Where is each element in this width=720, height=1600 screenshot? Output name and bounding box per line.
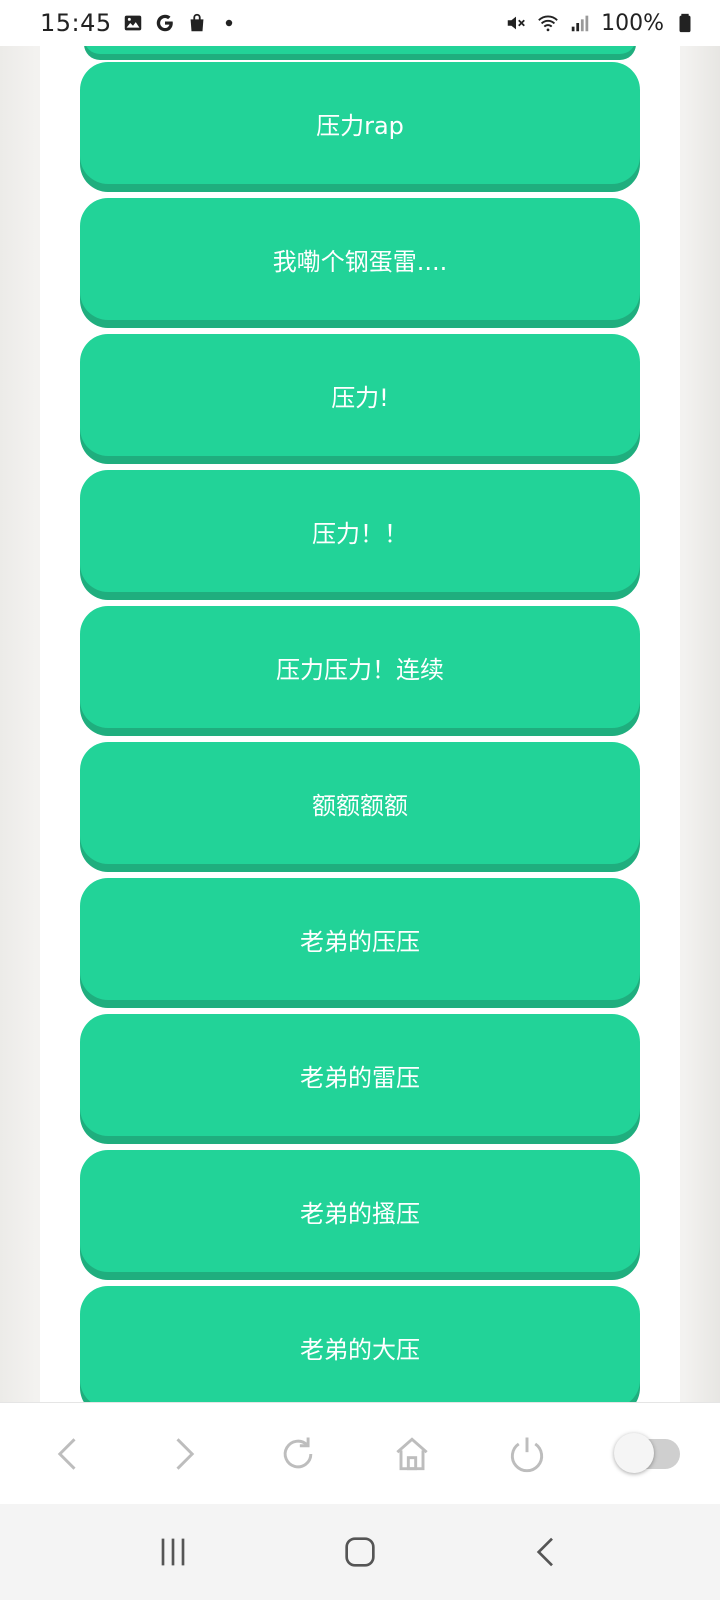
home-icon: [345, 1537, 375, 1567]
reload-button[interactable]: [273, 1429, 323, 1479]
status-right: 100%: [505, 11, 696, 36]
recents-button[interactable]: [138, 1522, 208, 1582]
back-button[interactable]: [44, 1429, 94, 1479]
sound-button-5[interactable]: 压力压力！连续: [80, 606, 640, 728]
power-button[interactable]: [502, 1429, 552, 1479]
sound-button-10[interactable]: 老弟的大压: [80, 1286, 640, 1402]
status-left: 15:45: [40, 9, 240, 37]
system-nav-bar: [0, 1504, 720, 1600]
forward-button[interactable]: [158, 1429, 208, 1479]
sound-button-9[interactable]: 老弟的搔压: [80, 1150, 640, 1272]
home-button[interactable]: [387, 1429, 437, 1479]
battery-percent: 100%: [601, 10, 664, 36]
google-icon: [154, 12, 176, 34]
system-back-button[interactable]: [512, 1522, 582, 1582]
content-area[interactable]: 压力rap 我嘞个钢蛋雷.... 压力! 压力！！ 压力压力！连续 额额额额 老…: [0, 46, 720, 1402]
status-bar: 15:45 100%: [0, 0, 720, 46]
power-icon: [510, 1437, 543, 1472]
sound-button-7[interactable]: 老弟的压压: [80, 878, 640, 1000]
toggle-switch[interactable]: [613, 1432, 680, 1473]
back-icon: [57, 1437, 76, 1470]
toggle-knob: [613, 1432, 654, 1473]
sound-button-4[interactable]: 压力！！: [80, 470, 640, 592]
browser-toolbar: [0, 1402, 720, 1504]
sound-button-1[interactable]: 压力rap: [80, 62, 640, 184]
recents-icon: [161, 1538, 185, 1566]
button-panel: 压力rap 我嘞个钢蛋雷.... 压力! 压力！！ 压力压力！连续 额额额额 老…: [40, 46, 680, 1402]
notification-dot-icon: [218, 12, 240, 34]
sound-button-6[interactable]: 额额额额: [80, 742, 640, 864]
image-icon: [122, 12, 144, 34]
battery-icon: [674, 12, 696, 34]
sound-button-8[interactable]: 老弟的雷压: [80, 1014, 640, 1136]
sound-button-2[interactable]: 我嘞个钢蛋雷....: [80, 198, 640, 320]
status-time: 15:45: [40, 9, 112, 37]
home-icon: [396, 1436, 428, 1470]
sound-button-list: 压力rap 我嘞个钢蛋雷.... 压力! 压力！！ 压力压力！连续 额额额额 老…: [80, 62, 640, 1402]
forward-icon: [176, 1437, 195, 1470]
back-icon: [536, 1537, 553, 1567]
shopping-bag-icon: [186, 12, 208, 34]
wifi-icon: [537, 12, 559, 34]
mute-icon: [505, 12, 527, 34]
signal-icon: [569, 12, 591, 34]
reload-icon: [283, 1437, 313, 1468]
partial-button[interactable]: [84, 46, 636, 54]
sound-button-3[interactable]: 压力!: [80, 334, 640, 456]
system-home-button[interactable]: [325, 1522, 395, 1582]
